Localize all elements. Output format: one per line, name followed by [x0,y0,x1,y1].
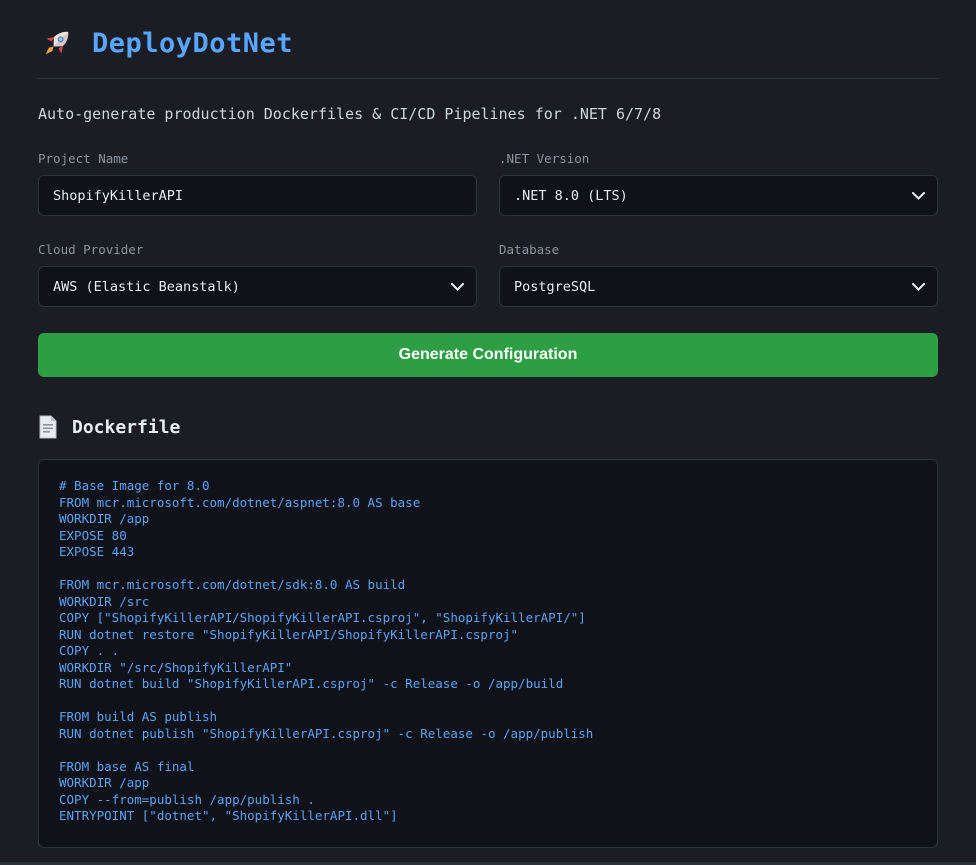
output-section-heading: Dockerfile [38,415,938,439]
cloud-provider-label: Cloud Provider [38,242,144,257]
project-name-input[interactable] [38,175,477,216]
field-dotnet-version: .NET Version .NET 8.0 (LTS) [499,151,938,216]
dotnet-version-select[interactable]: .NET 8.0 (LTS) [499,175,938,216]
field-project-name: Project Name [38,151,477,216]
cloud-provider-select[interactable]: AWS (Elastic Beanstalk) [38,266,477,307]
generate-configuration-button[interactable]: Generate Configuration [38,333,938,377]
rocket-icon [38,24,76,62]
output-heading-text: Dockerfile [72,416,181,438]
field-database: Database PostgreSQL [499,242,938,307]
database-select[interactable]: PostgreSQL [499,266,938,307]
document-icon [38,415,58,439]
dockerfile-code-block: # Base Image for 8.0 FROM mcr.microsoft.… [38,459,938,848]
app-title: DeployDotNet [92,27,294,59]
config-form: Project Name .NET Version .NET 8.0 (LTS)… [38,151,938,307]
app-subtitle: Auto-generate production Dockerfiles & C… [38,105,662,123]
field-cloud-provider: Cloud Provider AWS (Elastic Beanstalk) [38,242,477,307]
app-header: DeployDotNet [38,24,938,79]
page: DeployDotNet Auto-generate production Do… [0,0,976,848]
database-label: Database [499,242,560,257]
dotnet-version-label: .NET Version [499,151,590,166]
project-name-label: Project Name [38,151,129,166]
